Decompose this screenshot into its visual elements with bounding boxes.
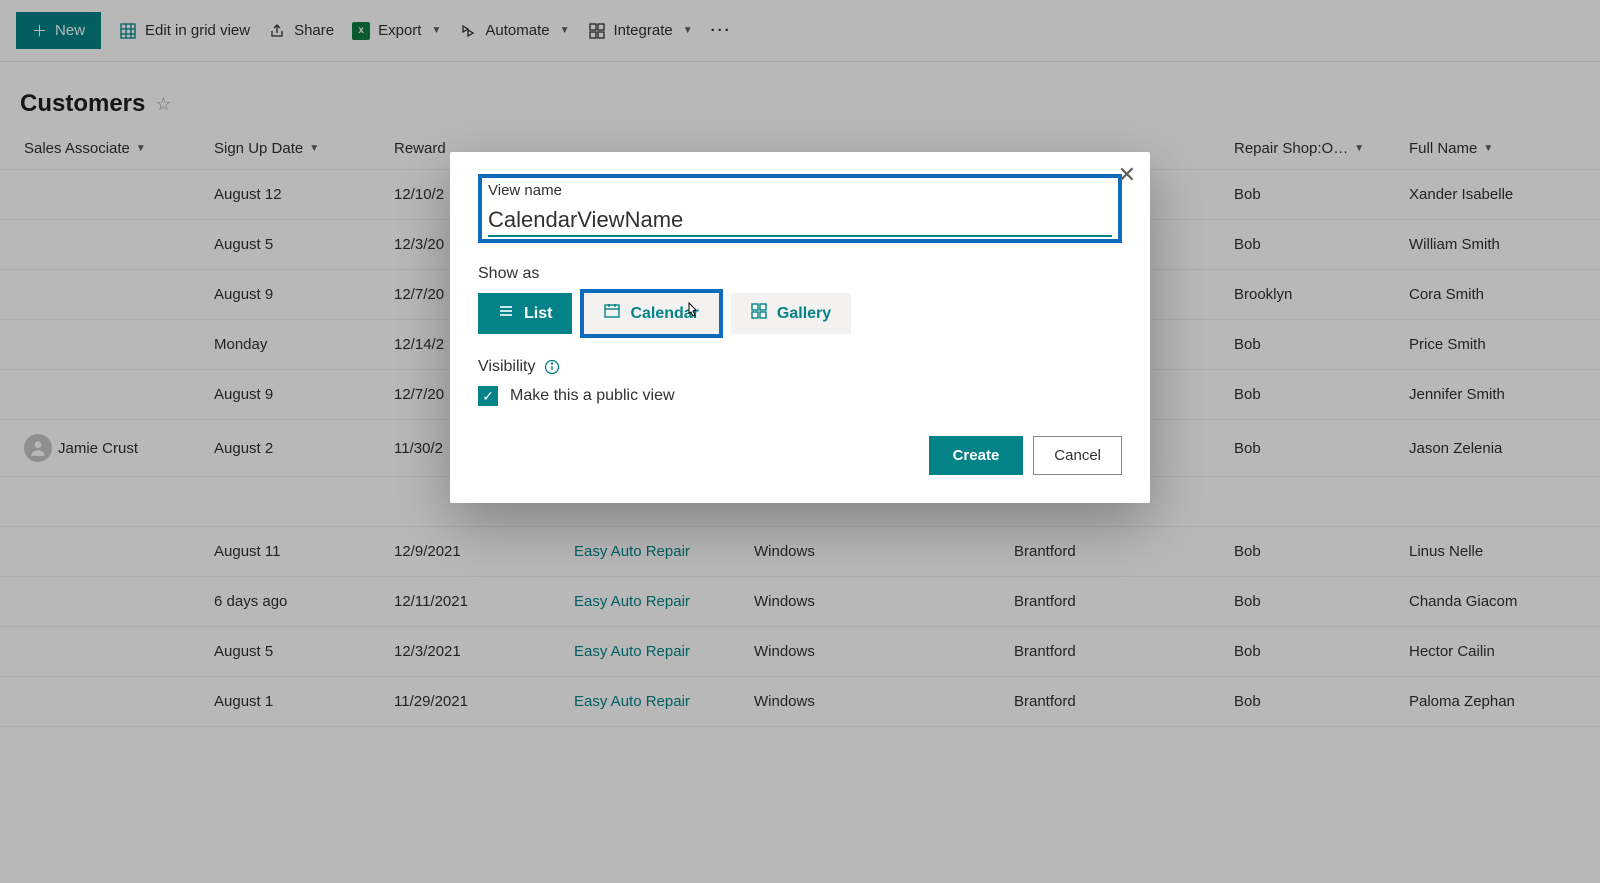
gallery-icon <box>751 303 767 324</box>
modal-overlay: ✕ View name Show as List Calendar Galler… <box>0 0 1600 883</box>
view-name-input[interactable] <box>488 203 1112 237</box>
show-as-options: List Calendar Gallery <box>478 293 1122 334</box>
check-icon: ✓ <box>482 388 494 405</box>
list-icon <box>498 303 514 324</box>
info-icon[interactable] <box>544 359 560 375</box>
calendar-icon <box>604 303 620 324</box>
cursor-pointer-icon <box>683 301 701 326</box>
show-as-list-label: List <box>524 305 552 323</box>
create-view-dialog: ✕ View name Show as List Calendar Galler… <box>450 152 1150 503</box>
show-as-calendar[interactable]: Calendar <box>584 293 718 334</box>
view-name-label: View name <box>488 182 1112 199</box>
show-as-list[interactable]: List <box>478 293 572 334</box>
visibility-label: Visibility <box>478 358 1122 376</box>
show-as-gallery-label: Gallery <box>777 305 831 323</box>
show-as-gallery[interactable]: Gallery <box>731 293 851 334</box>
visibility-row: ✓ Make this a public view <box>478 386 1122 406</box>
modal-actions: Create Cancel <box>478 436 1122 475</box>
create-button[interactable]: Create <box>929 436 1024 475</box>
public-checkbox[interactable]: ✓ <box>478 386 498 406</box>
close-icon: ✕ <box>1118 162 1136 187</box>
cancel-button[interactable]: Cancel <box>1033 436 1122 475</box>
public-view-label: Make this a public view <box>510 387 675 405</box>
close-button[interactable]: ✕ <box>1118 162 1136 188</box>
show-as-label: Show as <box>478 265 1122 283</box>
view-name-field-highlight: View name <box>478 174 1122 243</box>
